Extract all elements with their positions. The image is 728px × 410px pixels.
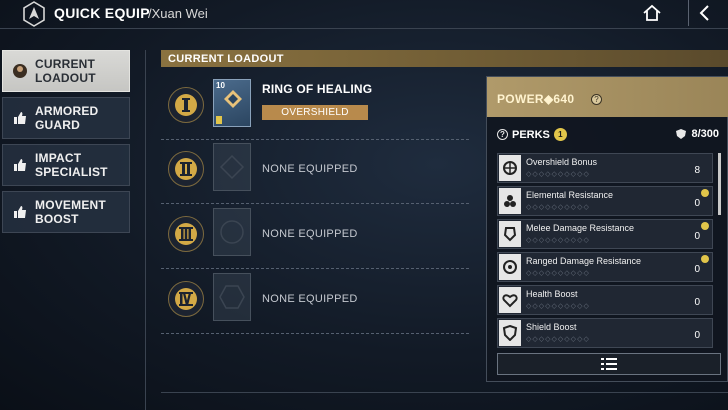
- list-view-button[interactable]: [497, 353, 721, 375]
- nav-label: ARMORED GUARD: [35, 104, 99, 132]
- shield-icon: [499, 320, 521, 346]
- home-icon: [643, 4, 661, 21]
- slot-numeral-badge: [168, 216, 204, 252]
- overshield-icon: [499, 155, 521, 181]
- nav-divider: [145, 50, 146, 410]
- perk-name: Ranged Damage Resistance: [526, 256, 642, 266]
- capacity-value: 8/300: [691, 128, 719, 140]
- power-value: 640: [553, 92, 575, 106]
- nav-item-impact-specialist[interactable]: IMPACT SPECIALIST: [2, 144, 130, 186]
- perks-header: ? PERKS 1: [497, 128, 567, 141]
- list-icon: [601, 358, 617, 370]
- section-header: CURRENT LOADOUT: [161, 50, 728, 67]
- page-title: QUICK EQUIP: [54, 5, 150, 21]
- thumbs-up-icon: [12, 157, 28, 173]
- power-diamond-icon: ◆: [543, 92, 554, 106]
- slot-numeral-badge: [168, 281, 204, 317]
- power-readout: POWER◆640: [497, 92, 574, 106]
- melee-icon: [499, 221, 521, 247]
- item-name: NONE EQUIPPED: [262, 228, 358, 240]
- list-item[interactable]: Health Boost ◇◇◇◇◇◇◇◇◇◇ 0: [497, 285, 713, 315]
- perk-name: Health Boost: [526, 289, 578, 299]
- crown-icon: [701, 222, 709, 230]
- nav-label: CURRENT LOADOUT: [35, 57, 96, 85]
- nav-item-armored-guard[interactable]: ARMORED GUARD: [2, 97, 130, 139]
- item-name: NONE EQUIPPED: [262, 163, 358, 175]
- perk-progress: ◇◇◇◇◇◇◇◇◇◇: [526, 336, 590, 343]
- empty-item-slot[interactable]: [213, 273, 251, 321]
- perks-label: PERKS: [512, 128, 550, 141]
- empty-item-slot[interactable]: [213, 143, 251, 191]
- perk-list: Overshield Bonus ◇◇◇◇◇◇◇◇◇◇ 8 Elemental …: [497, 153, 713, 351]
- empty-item-slot[interactable]: [213, 208, 251, 256]
- header-divider: [0, 28, 728, 29]
- slot-numeral-badge: [168, 151, 204, 187]
- item-perk-badge: OVERSHIELD: [262, 105, 368, 120]
- bottom-divider: [161, 392, 728, 393]
- perks-help-icon[interactable]: ?: [497, 129, 508, 140]
- perk-value: 8: [694, 165, 700, 176]
- perk-name: Overshield Bonus: [526, 157, 598, 167]
- section-title: CURRENT LOADOUT: [168, 53, 284, 65]
- home-button[interactable]: [637, 0, 667, 26]
- perk-progress: ◇◇◇◇◇◇◇◇◇◇: [526, 204, 590, 211]
- slot-1[interactable]: 10 RING OF HEALING OVERSHIELD: [161, 75, 469, 140]
- slot-divider: [161, 333, 469, 334]
- avatar: [12, 63, 28, 79]
- perk-value: 0: [694, 297, 700, 308]
- perk-value: 0: [694, 198, 700, 209]
- thumbs-up-icon: [12, 110, 28, 126]
- list-item[interactable]: Ranged Damage Resistance ◇◇◇◇◇◇◇◇◇◇ 0: [497, 252, 713, 282]
- nav-label: MOVEMENT BOOST: [35, 198, 106, 226]
- shield-capacity-icon: [676, 129, 687, 139]
- header-bar: QUICK EQUIP /Xuan Wei: [0, 0, 728, 28]
- ring-item-icon[interactable]: 10: [213, 79, 251, 127]
- perk-progress: ◇◇◇◇◇◇◇◇◇◇: [526, 237, 590, 244]
- power-bar: POWER◆640 ?: [487, 77, 728, 117]
- ranged-icon: [499, 254, 521, 280]
- nav-item-movement-boost[interactable]: MOVEMENT BOOST: [2, 191, 130, 233]
- perk-name: Melee Damage Resistance: [526, 223, 635, 233]
- perk-value: 0: [694, 231, 700, 242]
- perk-progress: ◇◇◇◇◇◇◇◇◇◇: [526, 270, 590, 277]
- page-subtitle: /Xuan Wei: [148, 6, 208, 21]
- item-name: NONE EQUIPPED: [262, 293, 358, 305]
- nav-item-current-loadout[interactable]: CURRENT LOADOUT: [2, 50, 130, 92]
- slot-2[interactable]: NONE EQUIPPED: [161, 139, 469, 204]
- slot-3[interactable]: NONE EQUIPPED: [161, 204, 469, 269]
- crown-icon: [701, 255, 709, 263]
- list-item[interactable]: Elemental Resistance ◇◇◇◇◇◇◇◇◇◇ 0: [497, 186, 713, 216]
- power-help-icon[interactable]: ?: [591, 94, 602, 105]
- elemental-icon: [499, 188, 521, 214]
- perk-value: 0: [694, 330, 700, 341]
- crown-icon: [701, 189, 709, 197]
- perk-name: Elemental Resistance: [526, 190, 614, 200]
- perk-list-scrollbar[interactable]: [718, 153, 721, 215]
- power-label: POWER: [497, 92, 544, 106]
- list-item[interactable]: Overshield Bonus ◇◇◇◇◇◇◇◇◇◇ 8: [497, 153, 713, 183]
- app-logo-icon: [19, 0, 49, 27]
- health-icon: [499, 287, 521, 313]
- thumbs-up-icon: [12, 204, 28, 220]
- list-item[interactable]: Melee Damage Resistance ◇◇◇◇◇◇◇◇◇◇ 0: [497, 219, 713, 249]
- perk-value: 0: [694, 264, 700, 275]
- loadout-nav: CURRENT LOADOUT ARMORED GUARD IMPACT SPE…: [2, 50, 130, 238]
- chevron-left-icon: [699, 5, 709, 21]
- perk-progress: ◇◇◇◇◇◇◇◇◇◇: [526, 171, 590, 178]
- perk-progress: ◇◇◇◇◇◇◇◇◇◇: [526, 303, 590, 310]
- perks-count-badge: 1: [553, 128, 567, 141]
- nav-label: IMPACT SPECIALIST: [35, 151, 108, 179]
- back-button[interactable]: [688, 0, 718, 26]
- slot-numeral-badge: [168, 87, 204, 123]
- item-name: RING OF HEALING: [262, 82, 373, 96]
- perks-panel: POWER◆640 ? ? PERKS 1 8/300 Overshield B…: [486, 76, 728, 382]
- capacity-readout: 8/300: [675, 128, 719, 140]
- list-item[interactable]: Shield Boost ◇◇◇◇◇◇◇◇◇◇ 0: [497, 318, 713, 348]
- perk-name: Shield Boost: [526, 322, 577, 332]
- slot-4[interactable]: NONE EQUIPPED: [161, 269, 469, 334]
